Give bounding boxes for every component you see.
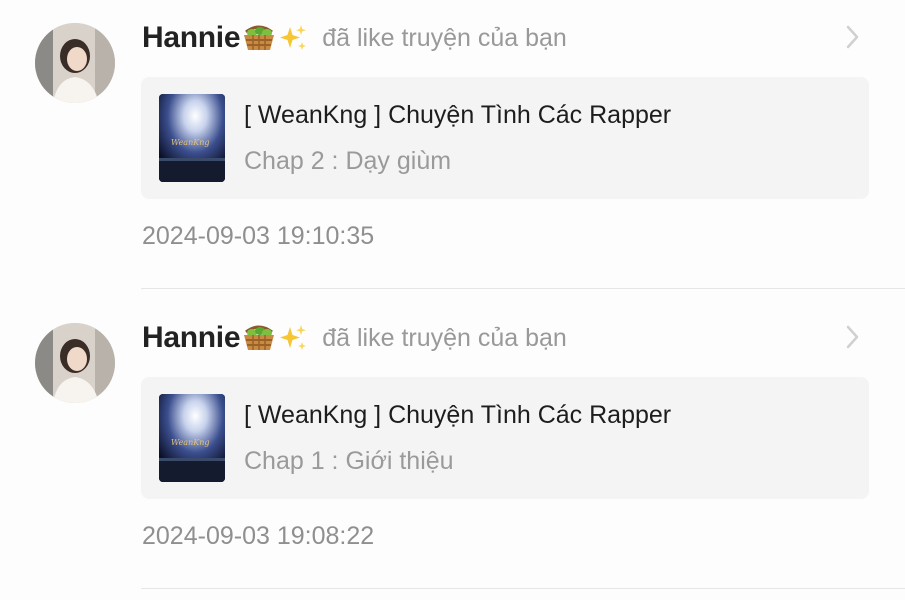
chapter-label: Chap 1 : Giới thiệu bbox=[244, 447, 454, 475]
notification-header: Hannie đã like truyện của bạn bbox=[142, 18, 567, 58]
divider bbox=[141, 588, 905, 589]
story-cover-image: WeanKng bbox=[159, 94, 225, 182]
story-title: [ WeanKng ] Chuyện Tình Các Rapper bbox=[244, 401, 672, 429]
story-card[interactable]: WeanKng [ WeanKng ] Chuyện Tình Các Rapp… bbox=[141, 77, 869, 199]
avatar[interactable] bbox=[35, 23, 115, 103]
divider bbox=[141, 288, 905, 289]
sparkles-icon bbox=[278, 323, 308, 353]
username[interactable]: Hannie bbox=[142, 21, 241, 55]
action-text: đã like truyện của bạn bbox=[322, 23, 567, 52]
story-card[interactable]: WeanKng [ WeanKng ] Chuyện Tình Các Rapp… bbox=[141, 377, 869, 499]
timestamp: 2024-09-03 19:08:22 bbox=[142, 522, 375, 550]
cover-text: WeanKng bbox=[171, 438, 209, 447]
notification-list: Hannie đã like truyện của bạn WeanKng [… bbox=[0, 0, 905, 600]
story-title: [ WeanKng ] Chuyện Tình Các Rapper bbox=[244, 101, 672, 129]
notification-header: Hannie đã like truyện của bạn bbox=[142, 318, 567, 358]
chevron-right-icon[interactable] bbox=[843, 24, 863, 50]
sparkles-icon bbox=[278, 23, 308, 53]
chapter-label: Chap 2 : Dạy giùm bbox=[244, 147, 452, 175]
cover-text: WeanKng bbox=[171, 138, 209, 147]
timestamp: 2024-09-03 19:10:35 bbox=[142, 222, 375, 250]
chevron-right-icon[interactable] bbox=[843, 324, 863, 350]
notification-item[interactable]: Hannie đã like truyện của bạn WeanKng [… bbox=[0, 300, 905, 600]
avatar[interactable] bbox=[35, 323, 115, 403]
username[interactable]: Hannie bbox=[142, 321, 241, 355]
notification-item[interactable]: Hannie đã like truyện của bạn WeanKng [… bbox=[0, 0, 905, 300]
action-text: đã like truyện của bạn bbox=[322, 323, 567, 352]
basket-emoji-icon bbox=[242, 24, 276, 52]
story-cover-image: WeanKng bbox=[159, 394, 225, 482]
basket-emoji-icon bbox=[242, 324, 276, 352]
